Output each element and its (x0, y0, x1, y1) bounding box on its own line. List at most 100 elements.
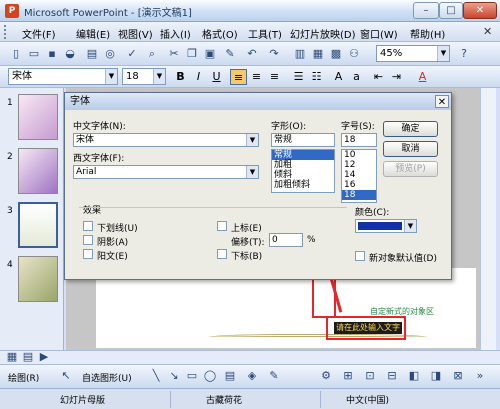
fill-color-icon[interactable]: ◈ (244, 368, 260, 384)
increase-font-icon[interactable]: A (330, 69, 347, 85)
style-option[interactable]: 常规 (272, 150, 334, 160)
font-color-button[interactable]: A (414, 69, 431, 85)
style-input[interactable]: 常规 (271, 133, 335, 147)
superscript-checkbox[interactable] (217, 221, 227, 231)
slideshow-view-icon[interactable]: ▶ (36, 349, 52, 365)
spelling-icon[interactable]: ✓ (124, 46, 140, 62)
numbering-icon[interactable]: ☰ (290, 69, 307, 85)
bold-button[interactable]: B (172, 69, 189, 85)
slide-thumbnail-1[interactable] (18, 94, 58, 140)
chart-icon[interactable]: ▥ (292, 46, 308, 62)
paste-icon[interactable]: ▣ (202, 46, 218, 62)
open-icon[interactable]: ▭ (26, 46, 42, 62)
shadow-checkbox[interactable] (83, 235, 93, 245)
close-doc-icon[interactable]: ✕ (483, 25, 492, 38)
research-icon[interactable]: ⌕ (144, 46, 160, 62)
redo-icon[interactable]: ↷ (266, 46, 282, 62)
oval-icon[interactable]: ◯ (202, 368, 218, 384)
style-option[interactable]: 倾斜 (272, 170, 334, 180)
align-center-icon[interactable]: ≡ (248, 69, 265, 85)
underline-button[interactable]: U (208, 69, 225, 85)
grid-icon[interactable]: ▩ (328, 46, 344, 62)
normal-view-icon[interactable]: ▦ (4, 349, 20, 365)
underline-checkbox[interactable] (83, 221, 93, 231)
size-input[interactable]: 18 (341, 133, 377, 147)
menu-insert[interactable]: 插入(I) (160, 26, 191, 41)
vertical-scrollbar[interactable] (480, 88, 496, 350)
size-option[interactable]: 14 (342, 170, 376, 180)
3d-style-icon[interactable]: ◨ (428, 368, 444, 384)
line-icon[interactable]: ╲ (148, 368, 164, 384)
menu-window[interactable]: 窗口(W) (360, 26, 398, 41)
copy-icon[interactable]: ❐ (184, 46, 200, 62)
size-list[interactable]: 10 12 14 16 18 (341, 149, 377, 203)
decrease-indent-icon[interactable]: ⇤ (370, 69, 387, 85)
print-icon[interactable]: ▤ (84, 46, 100, 62)
maximize-button[interactable]: □ (439, 2, 463, 19)
rectangle-icon[interactable]: ▭ (184, 368, 200, 384)
zoom-select[interactable]: 45% ▼ (376, 45, 450, 62)
help-icon[interactable]: ? (456, 46, 472, 62)
preview-button[interactable]: 预览(P) (383, 161, 438, 177)
draw-menu[interactable]: 绘图(R) (8, 371, 39, 384)
font-name-select[interactable]: 宋体 ▼ (8, 68, 118, 85)
minimize-button[interactable]: – (413, 2, 439, 19)
table-icon[interactable]: ▦ (310, 46, 326, 62)
increase-indent-icon[interactable]: ⇥ (388, 69, 405, 85)
size-option[interactable]: 10 (342, 150, 376, 160)
format-painter-icon[interactable]: ✎ (222, 46, 238, 62)
align-objects-icon[interactable]: ⊠ (450, 368, 466, 384)
close-window-button[interactable]: ✕ (463, 2, 497, 19)
italic-button[interactable]: I (190, 69, 207, 85)
color-select[interactable]: ▼ (355, 219, 417, 233)
textbox-icon[interactable]: ▤ (222, 368, 238, 384)
bullets-icon[interactable]: ☷ (308, 69, 325, 85)
size-option[interactable]: 12 (342, 160, 376, 170)
menu-tools[interactable]: 工具(T) (248, 26, 282, 41)
sorter-view-icon[interactable]: ▤ (20, 349, 36, 365)
wordart-icon[interactable]: ⚙ (318, 368, 334, 384)
close-icon[interactable]: ✕ (435, 95, 449, 108)
menu-format[interactable]: 格式(O) (202, 26, 238, 41)
size-option[interactable]: 16 (342, 180, 376, 190)
shadow-style-icon[interactable]: ◧ (406, 368, 422, 384)
autoshape-menu[interactable]: 自选图形(U) (82, 371, 132, 384)
cancel-button[interactable]: 取消 (383, 141, 438, 157)
default-checkbox[interactable] (355, 251, 365, 261)
size-option[interactable]: 18 (342, 190, 376, 200)
cut-icon[interactable]: ✂ (166, 46, 182, 62)
more-options-icon[interactable]: » (472, 368, 488, 384)
slide-thumbnail-4[interactable] (18, 256, 58, 302)
diagram-icon[interactable]: ⊞ (340, 368, 356, 384)
subscript-checkbox[interactable] (217, 249, 227, 259)
menu-help[interactable]: 帮助(H) (410, 26, 445, 41)
menu-edit[interactable]: 编辑(E) (76, 26, 110, 41)
emboss-checkbox[interactable] (83, 249, 93, 259)
menu-view[interactable]: 视图(V) (118, 26, 153, 41)
menu-slideshow[interactable]: 幻灯片放映(D) (290, 26, 356, 41)
cn-font-select[interactable]: 宋体 ▼ (73, 133, 259, 147)
ok-button[interactable]: 确定 (383, 121, 438, 137)
style-option[interactable]: 加粗 (272, 160, 334, 170)
align-left-icon[interactable]: ≡ (230, 69, 247, 85)
align-right-icon[interactable]: ≡ (266, 69, 283, 85)
clipart-icon[interactable]: ⊡ (362, 368, 378, 384)
permission-icon[interactable]: ◒ (62, 46, 78, 62)
select-pointer-icon[interactable]: ↖ (58, 368, 74, 384)
hyperlink-icon[interactable]: ⚇ (346, 46, 362, 62)
arrow-icon[interactable]: ↘ (166, 368, 182, 384)
font-size-select[interactable]: 18 ▼ (122, 68, 166, 85)
offset-input[interactable]: 0 (269, 233, 303, 247)
decrease-font-icon[interactable]: a (348, 69, 365, 85)
new-icon[interactable]: ▯ (8, 46, 24, 62)
preview-icon[interactable]: ◎ (102, 46, 118, 62)
slide-thumbnail-2[interactable] (18, 148, 58, 194)
save-icon[interactable]: ▪ (44, 46, 60, 62)
picture-icon[interactable]: ⊟ (384, 368, 400, 384)
undo-icon[interactable]: ↶ (244, 46, 260, 62)
line-color-icon[interactable]: ✎ (266, 368, 282, 384)
west-font-select[interactable]: Arial ▼ (73, 165, 259, 179)
style-list[interactable]: 常规 加粗 倾斜 加粗倾斜 (271, 149, 335, 193)
slide-thumbnail-3[interactable] (18, 202, 58, 248)
menu-file[interactable]: 文件(F) (22, 26, 56, 41)
